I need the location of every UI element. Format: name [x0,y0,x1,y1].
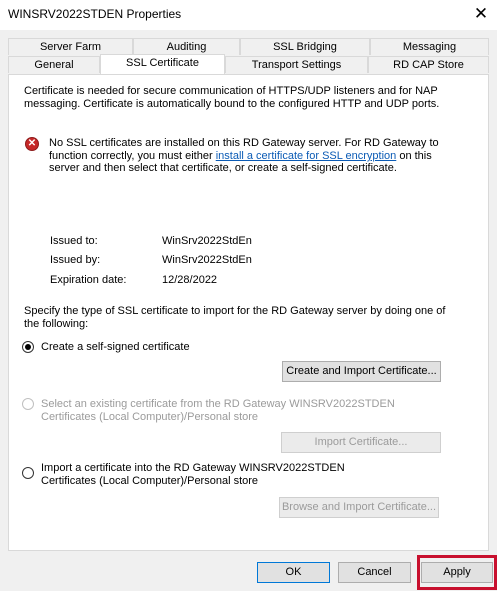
error-text-line3: server and then select that certificate,… [49,162,397,174]
issued-to-value: WinSrv2022StdEn [162,235,252,247]
radio-import-certificate[interactable] [22,467,34,479]
tab-ssl-certificate[interactable]: SSL Certificate [100,54,225,74]
radio-import-label-line2: Certificates (Local Computer)/Personal s… [41,475,259,487]
intro-text-line1: Certificate is needed for secure communi… [24,85,438,97]
apply-button[interactable]: Apply [421,562,493,583]
specify-text-line2: the following: [24,318,89,330]
radio-self-signed[interactable] [22,341,34,353]
radio-self-signed-label: Create a self-signed certificate [41,341,190,353]
tab-server-farm[interactable]: Server Farm [8,38,133,55]
expiration-label: Expiration date: [50,274,127,286]
install-certificate-link[interactable]: install a certificate for SSL encryption [216,150,397,162]
tab-ssl-bridging[interactable]: SSL Bridging [240,38,370,55]
tab-transport-settings[interactable]: Transport Settings [225,56,368,73]
error-text-line1: No SSL certificates are installed on thi… [49,137,439,149]
create-import-certificate-button[interactable]: Create and Import Certificate... [282,361,441,382]
expiration-value: 12/28/2022 [162,274,218,286]
ok-button[interactable]: OK [257,562,330,583]
radio-import-label-line1: Import a certificate into the RD Gateway… [41,462,345,474]
specify-text-line1: Specify the type of SSL certificate to i… [24,305,446,317]
radio-select-existing-label-line2: Certificates (Local Computer)/Personal s… [41,411,259,423]
intro-text-line2: messaging. Certificate is automatically … [24,98,440,110]
issued-by-value: WinSrv2022StdEn [162,254,252,266]
error-text-pre: function correctly, you must either [49,150,216,162]
radio-select-existing-label-line1: Select an existing certificate from the … [41,398,395,410]
close-icon[interactable]: ✕ [470,2,492,26]
tab-messaging[interactable]: Messaging [370,38,489,55]
error-icon: ✕ [25,137,39,151]
window-title: WINSRV2022STDEN Properties [8,7,182,21]
issued-to-label: Issued to: [50,235,98,247]
cancel-button[interactable]: Cancel [338,562,411,583]
tab-auditing[interactable]: Auditing [133,38,240,55]
tab-general[interactable]: General [8,56,100,73]
browse-import-certificate-button[interactable]: Browse and Import Certificate... [279,497,439,518]
tab-rd-cap-store[interactable]: RD CAP Store [368,56,489,73]
radio-select-existing[interactable] [22,398,34,410]
error-text-post: on this [396,150,432,162]
import-certificate-button[interactable]: Import Certificate... [281,432,441,453]
issued-by-label: Issued by: [50,254,101,266]
